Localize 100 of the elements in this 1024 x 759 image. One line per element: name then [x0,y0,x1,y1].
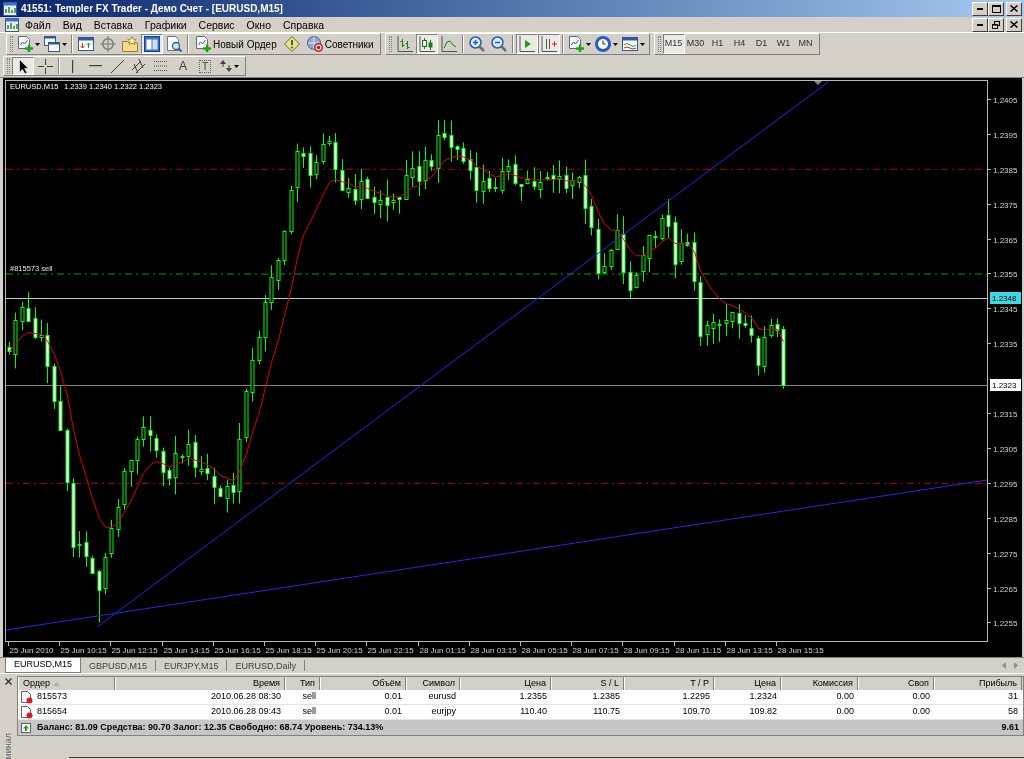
price-axis-label: 1.2405 [993,95,1018,105]
time-axis-label: 28 Jun 05:15 [521,646,568,655]
time-axis-label: 25 Jun 14:15 [163,646,210,655]
cursor-button[interactable] [12,57,34,75]
templates-button[interactable] [619,34,647,54]
symbol-name: eurusd [428,690,456,704]
close-button[interactable] [1006,17,1022,32]
time-axis-label: 25 Jun 16:15 [214,646,261,655]
menu-item[interactable]: Файл [19,17,57,32]
menu-item[interactable]: Вставка [87,17,139,32]
document-icon [21,705,33,719]
price-axis-label: 1.2375 [993,200,1018,210]
time-axis-label: 28 Jun 03:15 [470,646,517,655]
close-icon [1010,21,1018,28]
close-icon [5,678,12,685]
minimize-button[interactable] [972,1,988,16]
menu-item[interactable]: Окно [240,17,277,32]
time-axis-label: 25 Jun 2010 [9,646,54,655]
bar-chart-icon [396,36,413,52]
chart-shift-button[interactable] [515,34,538,54]
autoscroll-button[interactable] [537,34,560,54]
order-type: sell [302,690,316,704]
candlestick-button[interactable] [415,34,438,54]
price-axis-label: 1.2385 [993,165,1018,175]
timeframe-button[interactable]: M15 [662,34,685,54]
menu-item[interactable]: Вид [56,17,88,32]
symbol-name: eurjpy [431,705,456,719]
volume: 0.01 [384,690,402,704]
chart-tab[interactable]: EURUSD,Daily [227,660,305,671]
chart-window-icon [621,36,638,52]
panel-window-icon [144,36,160,52]
price-axis-label: 1.2365 [993,235,1018,245]
open-time: 2010.06.28 08:30 [210,690,281,704]
chart-tab[interactable]: EURJPY,M15 [156,660,228,671]
time-axis-label: 28 Jun 09:15 [623,646,670,655]
terminal-close-button[interactable] [5,678,12,685]
price-axis-label: 1.2345 [993,304,1018,314]
timeframe-button[interactable]: D1 [750,34,773,54]
restore-icon [992,20,1000,29]
maximize-button[interactable] [988,1,1004,16]
text-label-button[interactable]: T [194,57,216,75]
timeframe-button[interactable]: M30 [684,34,707,54]
time-axis-label: 28 Jun 15:15 [777,646,824,655]
minimize-button[interactable] [972,17,988,32]
menu-item[interactable]: Сервис [192,17,241,32]
price-axis-label: 1.2295 [993,479,1018,489]
document-magnifier-icon [166,36,182,52]
profit: 58 [1008,705,1018,719]
market-watch-button[interactable] [75,34,97,54]
account-summary: Баланс: 81.09 Средства: 90.70 Залог: 12.35 Свободно: 68.74 Уровень: 734.13% [37,720,384,734]
expert-advisors-button[interactable]: Советники [302,34,378,54]
restore-button[interactable] [988,17,1004,32]
chart-tab[interactable]: GBPUSD,M15 [81,660,157,671]
diamond-icon [283,36,300,52]
new-order-button[interactable]: Новый Ордер [191,34,281,54]
order-type: sell [302,705,316,719]
scroll-left-icon [1002,662,1006,669]
program-icon [3,1,17,16]
clock-icon [594,36,611,52]
caret-icon [612,42,618,46]
caret-icon [234,64,239,68]
chart-tab[interactable]: EURUSD,M15 [5,658,81,673]
open-price: 110.40 [520,705,547,719]
timeframe-button[interactable]: MN [794,34,817,54]
new-chart-button[interactable] [15,34,42,54]
timeframe-button[interactable]: H4 [728,34,751,54]
vertical-line-icon [72,59,74,73]
maximize-icon [991,4,1001,13]
price-axis-label: 1.2335 [993,339,1018,349]
order-number: 815573 [37,690,68,704]
line-chart-icon [440,36,457,52]
trend-line-icon [110,59,124,73]
autoscroll-icon [540,36,557,52]
timeframe-button[interactable]: H1 [706,34,729,54]
profiles-button[interactable] [42,34,69,54]
terminal-button[interactable] [141,34,163,54]
windows-icon [44,36,60,52]
commission: 0.00 [836,705,854,719]
up-arrow-icon [21,722,31,733]
chart-shift-icon [518,36,535,52]
total-profit: 9.61 [1001,720,1019,734]
caret-icon [62,42,67,46]
close-button[interactable] [1006,1,1022,16]
menu-item[interactable]: Графики [138,17,193,32]
zoom-in-icon [468,36,485,52]
menu-item[interactable]: Справка [277,17,331,32]
periods-button[interactable] [592,34,620,54]
current-price: 1.2324 [749,690,777,704]
time-axis-label: 28 Jun 11:15 [675,646,722,655]
time-axis-label: 25 Jun 20:15 [316,646,363,655]
shift-marker-icon[interactable] [814,81,822,85]
time-axis-label: 25 Jun 22:15 [367,646,414,655]
timeframe-button[interactable]: W1 [772,34,795,54]
order-number: 815654 [37,705,68,719]
table-row[interactable]: 815654 2010.06.28 09:43 sell 0.01 eurjpy 110.40 110.75 109.70 109.82 0.00 0.00 58 [18,705,1023,720]
document-plus-icon [567,36,584,52]
candlestick-icon [418,36,435,52]
text-button[interactable]: A [172,57,194,75]
caret-icon [639,42,645,46]
commission: 0.00 [836,690,854,704]
